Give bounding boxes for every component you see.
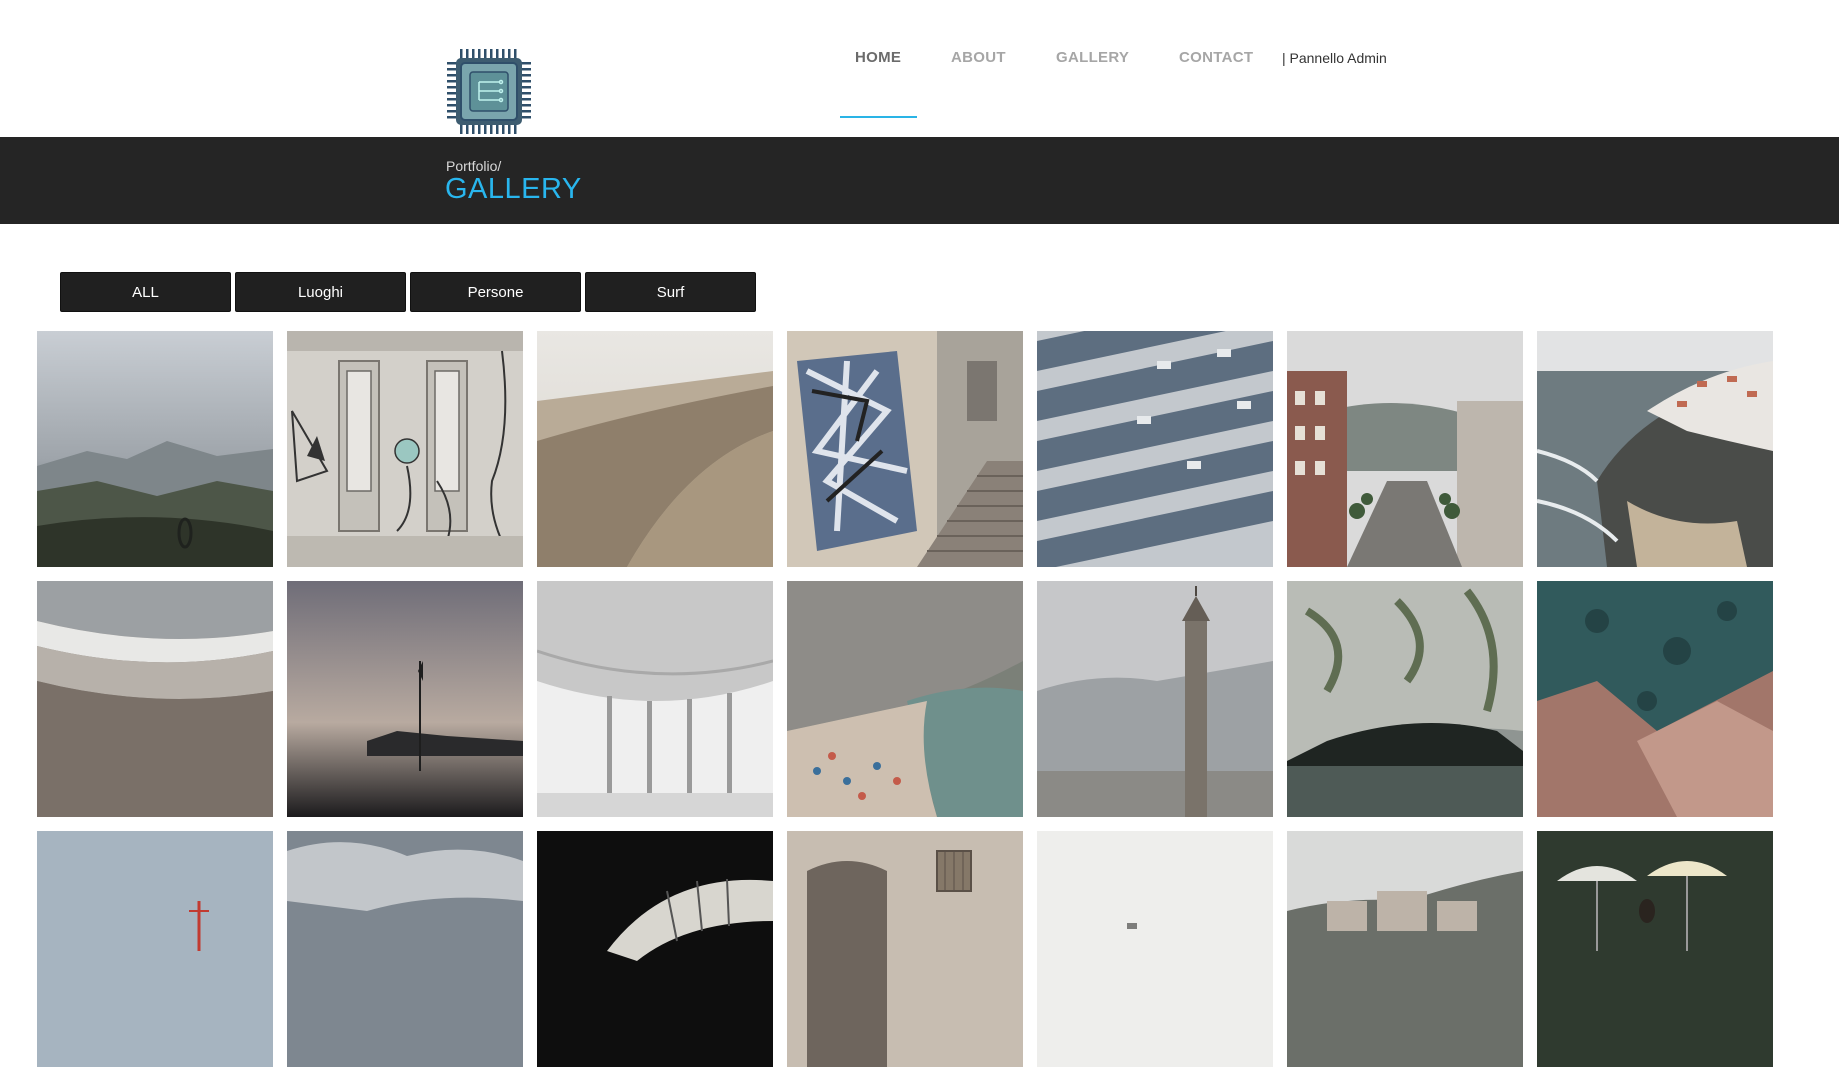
page-title-bar (0, 137, 1839, 224)
florence-tower-photo[interactable] (1037, 581, 1273, 817)
beach-umbrellas-photo[interactable] (1537, 831, 1773, 1067)
filter-luoghi-button[interactable]: Luoghi (235, 272, 406, 312)
filter-persone-button[interactable]: Persone (410, 272, 581, 312)
page-title: GALLERY (445, 173, 582, 205)
cliff-village-sea-photo[interactable] (1537, 331, 1773, 567)
nav-home[interactable]: HOME (855, 49, 901, 66)
main-nav: HOME ABOUT GALLERY CONTACT | Pannello Ad… (0, 0, 1839, 137)
dark-arch-interior-photo[interactable] (537, 831, 773, 1067)
filter-all-button[interactable]: ALL (60, 272, 231, 312)
admin-panel-link[interactable]: | Pannello Admin (1282, 50, 1387, 66)
beach-waves-aerial-photo[interactable] (37, 581, 273, 817)
modern-pavilion-photo[interactable] (537, 581, 773, 817)
abandoned-room-mural-photo[interactable] (287, 331, 523, 567)
nav-gallery[interactable]: GALLERY (1056, 49, 1129, 66)
foggy-landscape-photo[interactable] (1037, 831, 1273, 1067)
nav-contact[interactable]: CONTACT (1179, 49, 1253, 66)
desert-dune-photo[interactable] (537, 331, 773, 567)
cloudy-sky-photo[interactable] (287, 831, 523, 1067)
hillside-town-photo[interactable] (1287, 831, 1523, 1067)
misty-hills-photo[interactable] (37, 331, 273, 567)
rocky-coast-aerial-photo[interactable] (1537, 581, 1773, 817)
geometric-mural-stairs-photo[interactable] (787, 331, 1023, 567)
site-header: HOME ABOUT GALLERY CONTACT | Pannello Ad… (0, 0, 1839, 137)
city-street-photo[interactable] (1287, 331, 1523, 567)
sea-cave-photo[interactable] (1287, 581, 1523, 817)
crowded-beach-cliff-photo[interactable] (787, 581, 1023, 817)
harbor-sky-photo[interactable] (37, 831, 273, 1067)
old-building-window-photo[interactable] (787, 831, 1023, 1067)
active-nav-indicator (840, 116, 917, 118)
sunset-pier-photo[interactable] (287, 581, 523, 817)
nav-about[interactable]: ABOUT (951, 49, 1006, 66)
breadcrumb[interactable]: Portfolio/ (446, 158, 501, 174)
filter-surf-button[interactable]: Surf (585, 272, 756, 312)
glass-building-facade-photo[interactable] (1037, 331, 1273, 567)
